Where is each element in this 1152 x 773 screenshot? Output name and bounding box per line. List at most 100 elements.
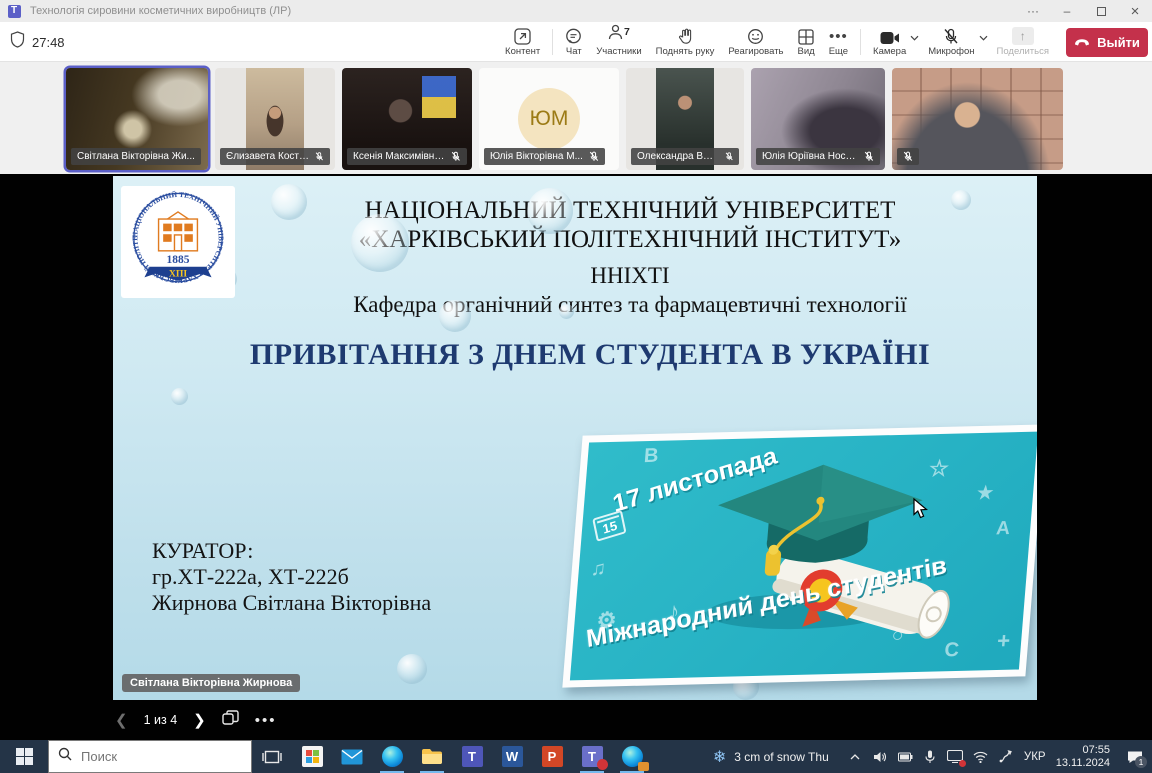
participant-tile[interactable]: Єлизавета Костянт...: [215, 68, 335, 170]
window-more-button[interactable]: ···: [1016, 0, 1050, 22]
window-title: Технологія сировини косметичних виробниц…: [30, 5, 291, 17]
task-view-button[interactable]: [252, 740, 292, 773]
powerpoint-icon[interactable]: P: [532, 740, 572, 773]
participant-tile[interactable]: ЮМ Юлія Вікторівна М...: [479, 68, 619, 170]
camera-label: Камера: [873, 46, 906, 57]
wifi-icon[interactable]: [968, 740, 993, 773]
chat-icon: [565, 27, 582, 45]
teams-meeting-icon[interactable]: T: [572, 740, 612, 773]
participant-tile[interactable]: Олександра Влади...: [626, 68, 744, 170]
react-button[interactable]: Реагировать: [721, 22, 790, 62]
mic-off-icon: [451, 151, 461, 162]
mic-off-icon: [725, 151, 733, 162]
leave-label: Выйти: [1097, 35, 1140, 50]
slide-more-button[interactable]: •••: [255, 712, 277, 729]
battery-icon[interactable]: [893, 740, 918, 773]
mic-label: Микрофон: [928, 46, 974, 57]
usb-connector-icon[interactable]: [993, 740, 1018, 773]
language-indicator[interactable]: УКР: [1018, 751, 1052, 763]
teams-icon[interactable]: T: [452, 740, 492, 773]
participant-name: Єлизавета Костянт...: [226, 151, 309, 162]
participant-name: Ксенія Максимівна...: [353, 151, 445, 162]
react-label: Реагировать: [728, 46, 783, 57]
taskbar-weather[interactable]: ❄ 3 cm of snow Thu: [713, 747, 829, 767]
content-label: Контент: [505, 46, 540, 57]
store-icon[interactable]: [292, 740, 332, 773]
start-button[interactable]: [0, 740, 48, 773]
raised-hand-icon: [678, 27, 693, 45]
speaker-icon[interactable]: [868, 740, 893, 773]
camera-chevron-icon[interactable]: [910, 28, 919, 46]
mic-off-icon: [589, 151, 599, 162]
raise-hand-button[interactable]: Поднять руку: [649, 22, 722, 62]
word-icon[interactable]: W: [492, 740, 532, 773]
window-titlebar: Технологія сировини косметичних виробниц…: [0, 0, 1152, 22]
prev-slide-button[interactable]: ❮: [115, 711, 128, 729]
popout-icon[interactable]: [222, 710, 239, 731]
window-close-button[interactable]: ×: [1118, 0, 1152, 22]
participants-button[interactable]: 7 Участники: [589, 22, 648, 62]
tray-mic-icon[interactable]: [918, 740, 943, 773]
mic-chevron-icon[interactable]: [979, 28, 988, 46]
camera-button[interactable]: Камера: [866, 22, 913, 62]
hangup-icon: [1074, 38, 1090, 46]
ukraine-flag: [422, 76, 456, 118]
curator-line3: Жирнова Світлана Вікторівна: [152, 590, 431, 616]
clock-time: 07:55: [1056, 744, 1110, 757]
slide-position: 1 из 4: [144, 713, 178, 727]
more-label: Еще: [829, 46, 848, 57]
share-label: Поделиться: [997, 46, 1049, 57]
recording-dot: [959, 760, 966, 767]
more-button[interactable]: ••• Еще: [822, 22, 855, 62]
search-input[interactable]: [81, 749, 221, 764]
participants-label: Участники: [596, 46, 641, 57]
leave-button[interactable]: Выйти: [1066, 28, 1148, 57]
bubble-decoration: [351, 214, 409, 272]
participant-tile-speaker[interactable]: Світлана Вікторівна Жи...: [66, 68, 208, 170]
bubble-decoration: [439, 300, 471, 332]
notification-dot: [597, 759, 608, 770]
curator-line2: гр.ХТ-222а, ХТ-222б: [152, 564, 431, 590]
screen-share-icon[interactable]: [943, 740, 968, 773]
participants-count: 7: [624, 26, 630, 38]
taskbar-search[interactable]: [48, 740, 252, 773]
next-slide-button[interactable]: ❯: [193, 711, 206, 729]
doodle-letter: A: [995, 518, 1011, 540]
students-day-postcard: B ☆ ★ ♪ ⚙ A C + ○ ♫ 17 листопада 15: [562, 424, 1037, 687]
slide-navigation: ❮ 1 из 4 ❯ •••: [115, 704, 277, 736]
slide-title: ПРИВІТАННЯ З ДНЕМ СТУДЕНТА В УКРАЇНІ: [153, 338, 1027, 372]
share-icon: ↑: [1012, 27, 1034, 45]
bubble-decoration: [171, 388, 188, 405]
content-button[interactable]: Контент: [498, 22, 547, 62]
participant-tile[interactable]: Юлія Юріївна Носк...: [751, 68, 885, 170]
institute-name: ННІХТІ: [243, 263, 1017, 289]
doodle-star: ★: [976, 483, 994, 504]
mail-icon[interactable]: [332, 740, 372, 773]
window-minimize-button[interactable]: –: [1050, 0, 1084, 22]
tray-expand-chevron[interactable]: [843, 740, 868, 773]
ellipsis-icon: •••: [829, 27, 848, 45]
file-explorer-icon[interactable]: [412, 740, 452, 773]
doodle-plus: +: [996, 628, 1011, 654]
university-name-line1: НАЦІОНАЛЬНИЙ ТЕХНІЧНИЙ УНІВЕРСИТЕТ: [243, 196, 1017, 225]
calendar-doodle: 15: [592, 510, 627, 542]
window-maximize-button[interactable]: [1084, 0, 1118, 22]
share-button: ↑ Поделиться: [990, 22, 1056, 62]
participant-name: Олександра Влади...: [637, 151, 719, 162]
view-button[interactable]: Вид: [791, 22, 822, 62]
chat-button[interactable]: Чат: [558, 22, 589, 62]
curator-block: КУРАТОР: гр.ХТ-222а, ХТ-222б Жирнова Сві…: [152, 538, 431, 616]
edge-icon[interactable]: [372, 740, 412, 773]
logo-year: 1885: [167, 254, 190, 266]
participant-name-badge: Юлія Юріївна Носк...: [756, 148, 880, 165]
action-center-button[interactable]: 1: [1118, 740, 1152, 773]
participant-mute-badge: [897, 148, 919, 165]
edge-work-profile-icon[interactable]: [612, 740, 652, 773]
participant-tile[interactable]: Ксенія Максимівна...: [342, 68, 472, 170]
mic-button[interactable]: Микрофон: [921, 22, 981, 62]
bubble-decoration: [951, 190, 971, 210]
taskbar-clock[interactable]: 07:55 13.11.2024: [1056, 744, 1110, 770]
presenter-badge: Світлана Вікторівна Жирнова: [122, 674, 300, 692]
camera-icon: [880, 27, 900, 45]
participant-tile[interactable]: [892, 68, 1063, 170]
